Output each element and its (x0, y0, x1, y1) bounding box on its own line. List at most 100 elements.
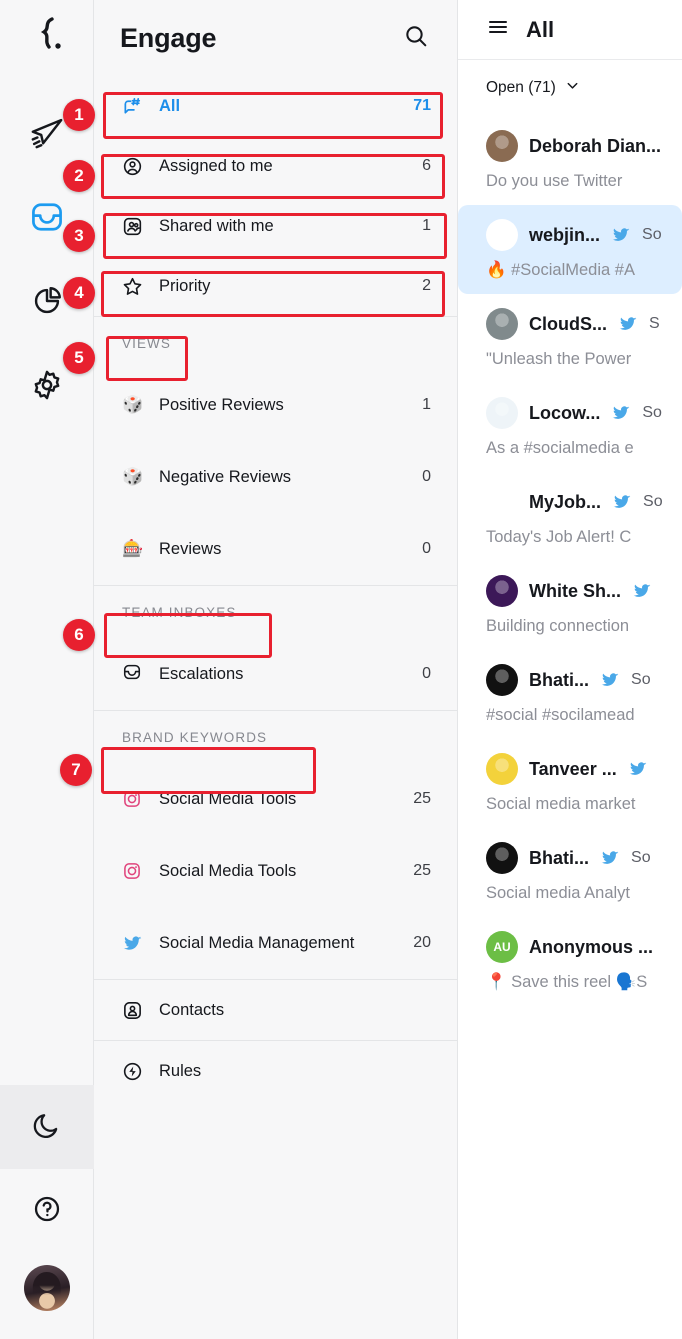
hamburger-menu-icon[interactable] (486, 15, 510, 44)
avatar-initials: AU (493, 940, 511, 954)
team-inbox-item-escalations-label: Escalations (159, 664, 244, 683)
conversation-snippet: Social media Analyt (486, 884, 630, 902)
sidebar-item-shared-with-me[interactable]: Shared with me 1 (94, 196, 457, 256)
dice-icon: 🎲 (122, 395, 144, 414)
annotation-badge-3: 3 (63, 220, 95, 252)
view-item-positive-reviews-label: Positive Reviews (159, 395, 284, 414)
conversation-avatar (486, 308, 518, 340)
conversation-snippet: "Unleash the Power (486, 350, 632, 368)
conversation-author-name: webjin... (529, 224, 601, 245)
twitter-icon (632, 581, 652, 601)
conversation-source-label: So (642, 226, 662, 243)
brand-logo-icon[interactable] (28, 14, 66, 59)
sidebar-item-all-label: All (159, 96, 181, 115)
conversation-source-label: So (631, 849, 651, 866)
conversation-item[interactable]: CloudS... S "Unleash the Power (458, 294, 682, 383)
brand-keyword-item-2-label: Social Media Tools (159, 861, 297, 880)
left-icon-rail (0, 0, 94, 1339)
conversation-source-label: S (649, 315, 660, 332)
view-item-reviews[interactable]: 🎰 Reviews 0 (94, 513, 457, 585)
status-filter-label: Open (71) (486, 79, 556, 96)
section-header-team-inboxes: TEAM INBOXES (122, 604, 237, 620)
conversation-snippet: Building connection (486, 617, 630, 635)
conversation-source-label: So (631, 671, 651, 688)
conversation-item[interactable]: Locow... So As a #socialmedia e (458, 383, 682, 472)
search-button[interactable] (403, 23, 429, 54)
conversation-avatar: AU (486, 931, 518, 963)
view-item-reviews-count: 0 (422, 540, 431, 557)
view-item-negative-reviews-label: Negative Reviews (159, 467, 292, 486)
annotation-badge-6: 6 (63, 619, 95, 651)
conversation-item[interactable]: MyJob... So Today's Job Alert! C (458, 472, 682, 561)
view-item-reviews-label: Reviews (159, 539, 222, 558)
conversation-author-name: Tanveer ... (529, 758, 617, 779)
sidebar-item-assigned-to-me-count: 6 (422, 157, 431, 174)
sidebar-item-shared-with-me-label: Shared with me (159, 216, 274, 235)
user-avatar[interactable] (23, 1265, 70, 1311)
section-header-brand-keywords: BRAND KEYWORDS (122, 729, 268, 745)
twitter-icon (612, 492, 632, 512)
conversation-item[interactable]: White Sh... Building connection (458, 561, 682, 650)
inbox-icon (28, 198, 66, 241)
conversation-header: All (458, 0, 682, 60)
conversation-item[interactable]: Bhati... So Social media Analyt (458, 828, 682, 917)
brand-keyword-item-1-count: 25 (413, 790, 431, 807)
contacts-icon (122, 1000, 146, 1021)
view-item-negative-reviews-count: 0 (422, 468, 431, 485)
sidebar-item-priority-label: Priority (159, 276, 211, 295)
conversation-item[interactable]: AU Anonymous ... 📍 Save this reel 🗣️S (458, 917, 682, 1006)
rail-item-dark-mode[interactable] (0, 1085, 94, 1169)
conversation-author-name: MyJob... (529, 491, 602, 512)
sidebar-item-contacts-label: Contacts (159, 1000, 225, 1019)
sidebar-item-shared-with-me-count: 1 (422, 217, 431, 234)
team-inbox-item-escalations[interactable]: Escalations 0 (94, 638, 457, 710)
conversation-item[interactable]: Deborah Dian... Do you use Twitter (458, 116, 682, 205)
conversation-avatar (486, 397, 518, 429)
search-icon (403, 23, 429, 54)
slot-machine-icon: 🎰 (122, 539, 144, 558)
annotation-badge-5: 5 (63, 342, 95, 374)
conversation-snippet: Social media market (486, 795, 636, 813)
view-item-negative-reviews[interactable]: 🎲 Negative Reviews 0 (94, 441, 457, 513)
status-filter-dropdown[interactable]: Open (71) (458, 60, 682, 116)
conversation-snippet: #social #socilamead (486, 706, 635, 724)
engage-app-window: Engage All 71 Assigned to me 6 Shared wi… (0, 0, 682, 1339)
sidebar-item-priority[interactable]: Priority 2 (94, 256, 457, 316)
conversation-snippet: 📍 Save this reel 🗣️S (486, 973, 648, 991)
annotation-badge-1: 1 (63, 99, 95, 131)
conversation-list[interactable]: Deborah Dian... Do you use Twitter webjin… (458, 116, 682, 1339)
twitter-icon (611, 225, 631, 245)
view-item-positive-reviews[interactable]: 🎲 Positive Reviews 1 (94, 369, 457, 441)
conversation-item[interactable]: Tanveer ... Social media market (458, 739, 682, 828)
paper-plane-icon (29, 115, 65, 156)
brand-keyword-item-3[interactable]: Social Media Management 20 (94, 907, 457, 979)
conversation-snippet: 🔥 #SocialMedia #A (486, 261, 635, 279)
conversation-avatar (486, 486, 518, 518)
sidebar-item-contacts[interactable]: Contacts (94, 980, 457, 1040)
engage-sidebar: Engage All 71 Assigned to me 6 Shared wi… (94, 0, 458, 1339)
conversation-item[interactable]: Bhati... So #social #socilamead (458, 650, 682, 739)
conversation-avatar (486, 664, 518, 696)
sidebar-item-priority-count: 2 (422, 277, 431, 294)
brand-keyword-item-1[interactable]: Social Media Tools 25 (94, 763, 457, 835)
brand-keyword-item-2[interactable]: Social Media Tools 25 (94, 835, 457, 907)
conversation-avatar (486, 842, 518, 874)
view-item-positive-reviews-count: 1 (422, 396, 431, 413)
conversation-author-name: Bhati... (529, 669, 590, 690)
sidebar-item-assigned-to-me[interactable]: Assigned to me 6 (94, 136, 457, 196)
rail-item-help[interactable] (0, 1169, 94, 1253)
conversation-snippet: Today's Job Alert! C (486, 528, 632, 546)
sidebar-item-rules[interactable]: Rules (94, 1041, 457, 1101)
instagram-icon (122, 861, 146, 881)
conversation-source-label: So (643, 493, 663, 510)
conversation-author-name: Locow... (529, 402, 601, 423)
dice-icon: 🎲 (122, 467, 144, 486)
conversation-author-name: White Sh... (529, 580, 621, 601)
team-inbox-item-escalations-count: 0 (422, 665, 431, 682)
twitter-icon (600, 670, 620, 690)
brand-keyword-item-2-count: 25 (413, 862, 431, 879)
brand-keyword-item-3-label: Social Media Management (159, 933, 355, 952)
moon-icon (31, 1109, 63, 1146)
conversation-item[interactable]: webjin... So 🔥 #SocialMedia #A (458, 205, 682, 294)
sidebar-item-all[interactable]: All 71 (94, 76, 457, 136)
